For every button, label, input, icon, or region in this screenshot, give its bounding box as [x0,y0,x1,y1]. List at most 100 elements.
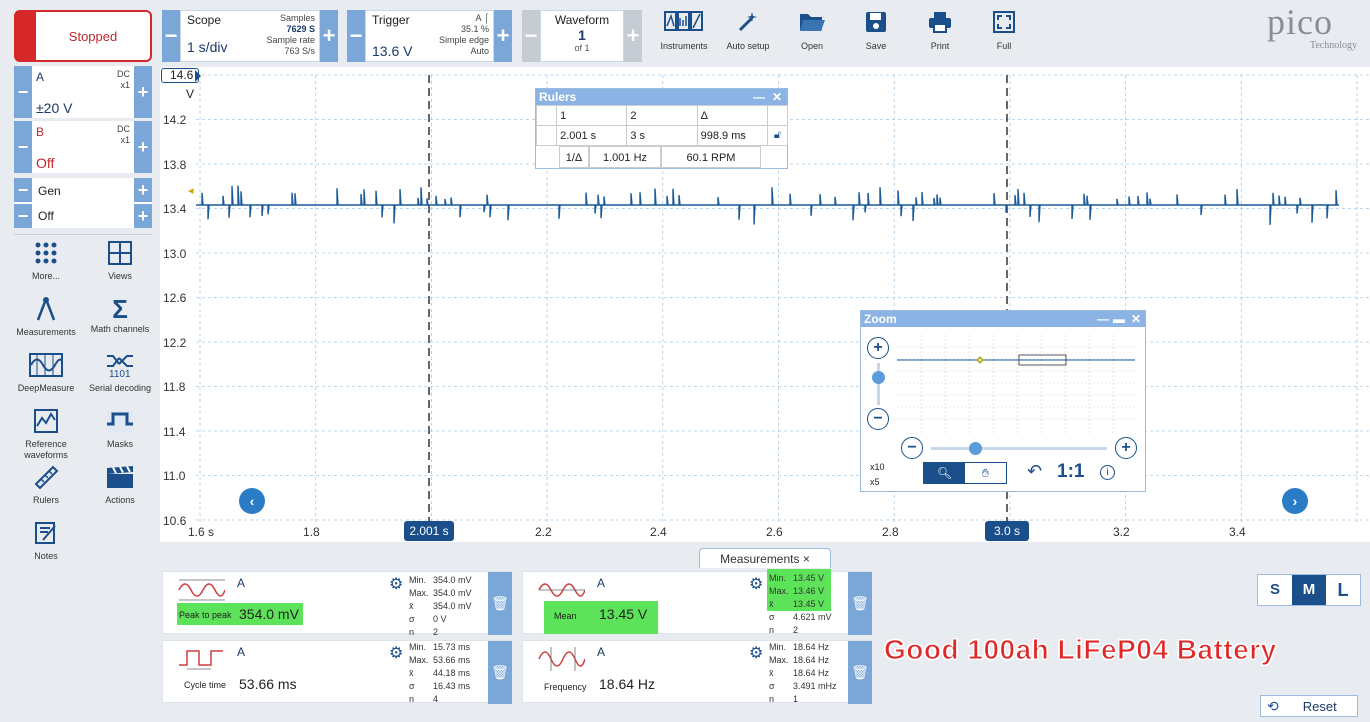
channel-b-control: − B Off DC x1 + [14,121,152,173]
delete-measurement-button[interactable]: 🗑︎ [848,641,872,704]
reference-waveforms-button[interactable]: Reference waveforms [11,408,81,461]
zoom-x10[interactable]: x10 [870,460,885,475]
pan-hand-button[interactable]: ✋︎ [965,463,1006,483]
zoom-out-vertical-button[interactable]: − [867,408,889,430]
size-s-button[interactable]: S [1258,575,1292,605]
vertical-zoom-thumb[interactable] [872,371,885,384]
timebase-value[interactable]: 1 s/div [187,39,227,55]
channel-b-range[interactable]: Off [36,155,54,171]
gear-icon[interactable]: ⚙ [749,643,763,663]
size-m-button[interactable]: M [1292,575,1326,605]
ruler-2-value[interactable]: 3 s [626,125,698,146]
folder-icon [800,14,825,31]
ruler-1-value[interactable]: 2.001 s [556,125,628,146]
reference-waveform-icon [34,409,58,433]
close-icon[interactable]: ✕ [772,89,782,105]
actions-button[interactable]: Actions [85,464,155,506]
horizontal-zoom-thumb[interactable] [969,442,982,455]
rulers-table: 1 2 Δ 2.001 s 3 s 998.9 ms 🔓︎ [535,105,789,146]
trigger-level[interactable]: 13.6 V [372,43,412,59]
views-button[interactable]: Views [85,240,155,282]
vertical-zoom-slider[interactable] [877,363,880,405]
trash-icon: 🗑︎ [851,595,869,611]
serial-decoding-button[interactable]: 1101 Serial decoding [85,352,155,394]
gear-icon[interactable]: ⚙ [389,574,403,594]
zoom-in-horizontal-button[interactable]: + [1115,437,1137,459]
trigger-decrease-button[interactable]: − [347,10,365,62]
minimize-icon[interactable]: — [1097,311,1109,327]
measurement-card-mean[interactable]: A Mean 13.45 V ⚙ Min. Max. x̄ σ n 13.45 V 13.… [522,569,872,635]
lock-icon[interactable]: 🔓︎ [766,125,789,146]
measurement-size-toggle: S M L [1257,574,1361,606]
info-icon[interactable]: i [1100,465,1115,480]
gen-state-increase[interactable]: + [134,204,152,228]
chevron-left-icon: ‹ [249,493,255,509]
auto-setup-button[interactable]: Auto setup [718,10,778,51]
math-channels-button[interactable]: Σ Math channels [85,296,155,335]
instruments-button[interactable]: Instruments [654,10,714,51]
waveform-prev-button[interactable]: − [522,10,540,62]
reset-icon: ⟲ [1267,697,1279,714]
minimize-icon[interactable]: — [753,89,765,105]
more-tools-button[interactable]: More... [11,240,81,282]
channel-a-decrease[interactable]: − [14,66,32,118]
masks-button[interactable]: Masks [85,408,155,450]
y-axis-unit: V [186,87,195,101]
gear-icon[interactable]: ⚙ [749,574,763,594]
waveform-control: − Waveform 1 of 1 + [522,10,642,62]
delete-measurement-button[interactable]: 🗑︎ [488,572,512,635]
maximize-icon[interactable]: ▬ [1113,311,1125,327]
ruler-1-handle[interactable]: 2.001 s [404,521,454,541]
gen-decrease[interactable]: − [14,178,32,202]
delete-measurement-button[interactable]: 🗑︎ [488,641,512,704]
zoom-out-horizontal-button[interactable]: − [901,437,923,459]
notes-button[interactable]: Notes [11,520,81,562]
size-l-button[interactable]: L [1326,575,1360,605]
measurement-card-cycle-time[interactable]: A Cycle time 53.66 ms ⚙ Min. Max. x̄ σ n 15.… [162,640,512,704]
close-icon[interactable]: ✕ [1131,311,1141,327]
zoom-x5[interactable]: x5 [870,475,885,490]
samples-value[interactable]: 7629 S [266,24,315,35]
grid-dots-icon [35,242,57,264]
run-stop-button[interactable]: Stopped [14,10,152,62]
reset-button[interactable]: ⟲ Reset [1260,695,1358,717]
scroll-right-button[interactable]: › [1282,488,1308,514]
rulers-tool-button[interactable]: Rulers [11,464,81,506]
gear-icon[interactable]: ⚙ [389,643,403,663]
print-button[interactable]: Print [910,10,970,51]
close-icon[interactable]: × [803,552,810,566]
timebase-decrease-button[interactable]: − [162,10,180,62]
gen-state-decrease[interactable]: − [14,204,32,228]
channel-b-decrease[interactable]: − [14,121,32,173]
waveform-next-button[interactable]: + [624,10,642,62]
zoom-title: Zoom [864,312,897,326]
scroll-left-button[interactable]: ‹ [239,488,265,514]
fullscreen-button[interactable]: Full [974,10,1034,51]
zoom-magnifier-button[interactable]: 🔍︎ [924,463,965,483]
gen-increase[interactable]: + [134,178,152,202]
views-grid-icon [108,241,132,265]
y-axis-top-value[interactable]: 14.6 [161,68,199,83]
timebase-increase-button[interactable]: + [320,10,338,62]
open-button[interactable]: Open [782,10,842,51]
undo-zoom-icon[interactable]: ↶ [1027,461,1042,482]
measurements-tab[interactable]: Measurements × [699,548,831,568]
trigger-increase-button[interactable]: + [494,10,512,62]
zoom-overview[interactable] [897,335,1137,433]
measurements-tool-button[interactable]: Measurements [11,296,81,338]
zoom-in-vertical-button[interactable]: + [867,337,889,359]
ruler-2-handle[interactable]: 3.0 s [985,521,1029,541]
delete-measurement-button[interactable]: 🗑︎ [848,572,872,635]
measurement-card-peak-to-peak[interactable]: A Peak to peak 354.0 mV ⚙ Min. Max. x̄ σ n 3… [162,571,512,637]
channel-b-increase[interactable]: + [134,121,152,173]
deepmeasure-button[interactable]: DeepMeasure [11,352,81,394]
trigger-control: − Trigger 13.6 V A ⌠ 35.1 % Simple edge … [347,10,512,62]
channel-a-increase[interactable]: + [134,66,152,118]
zoom-reset-ratio[interactable]: 1:1 [1057,461,1084,483]
gen-state[interactable]: Off [38,209,54,223]
measurement-card-frequency[interactable]: A Frequency 18.64 Hz ⚙ Min. Max. x̄ σ n 18.6… [522,640,872,704]
instruments-icon [664,11,703,31]
channel-a-range[interactable]: ±20 V [36,100,72,116]
save-button[interactable]: Save [846,10,906,51]
horizontal-zoom-slider[interactable] [931,447,1107,450]
